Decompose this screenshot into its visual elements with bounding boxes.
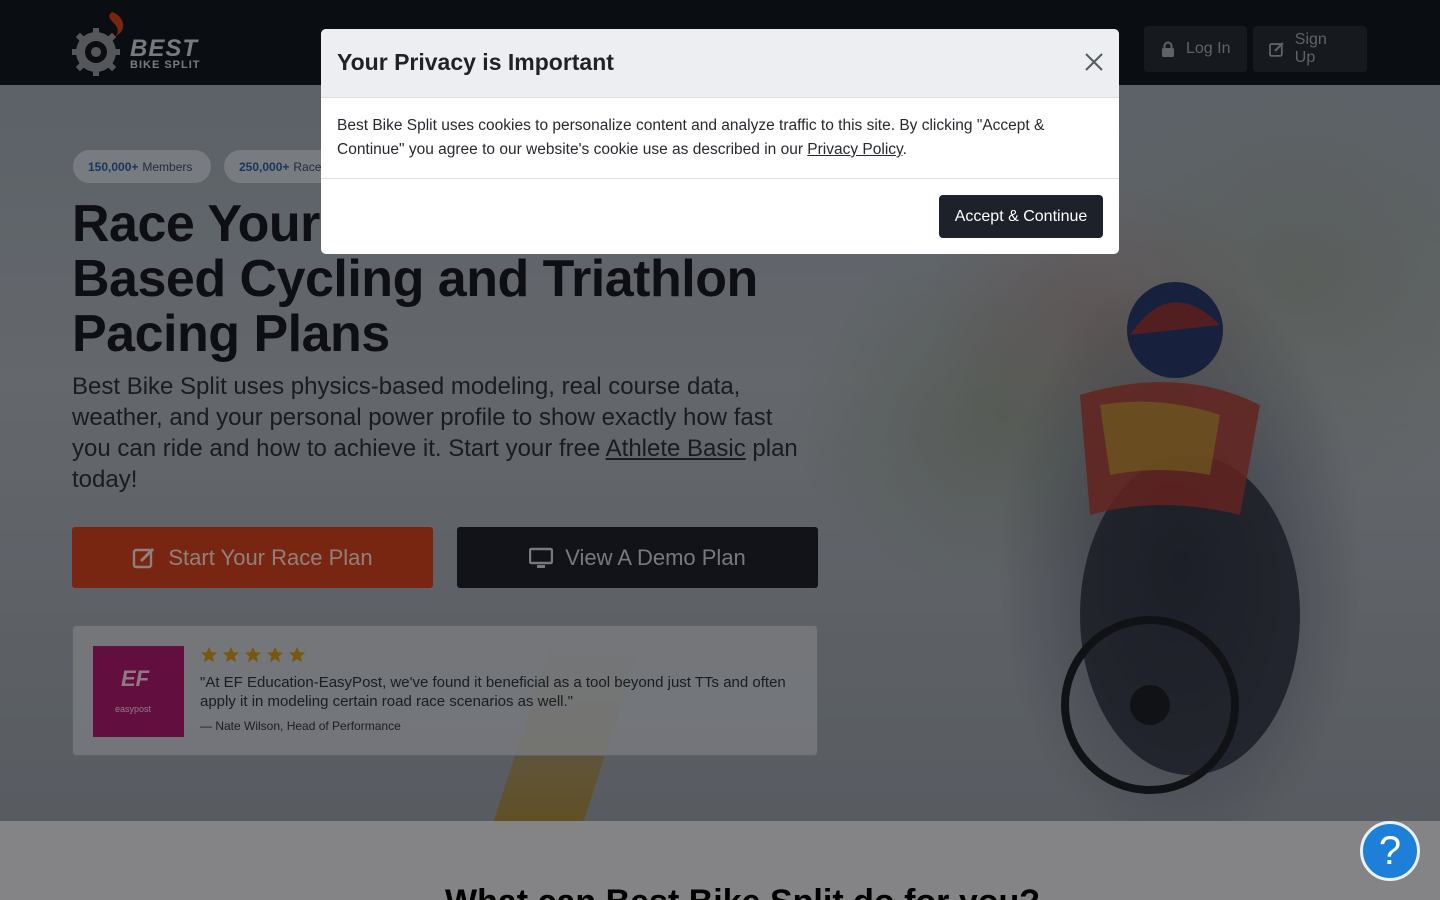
privacy-modal: Your Privacy is Important Best Bike Spli… [321,29,1119,254]
modal-body-text: Best Bike Split uses cookies to personal… [337,117,1045,158]
privacy-policy-link[interactable]: Privacy Policy [807,141,902,158]
modal-body-end: . [902,141,907,158]
modal-body: Best Bike Split uses cookies to personal… [321,98,1119,179]
accept-continue-button[interactable]: Accept & Continue [939,195,1103,238]
help-button[interactable]: ? [1360,821,1420,881]
modal-footer: Accept & Continue [321,179,1119,254]
modal-title: Your Privacy is Important [337,49,614,75]
modal-header: Your Privacy is Important [321,29,1119,98]
close-icon[interactable] [1083,51,1105,73]
